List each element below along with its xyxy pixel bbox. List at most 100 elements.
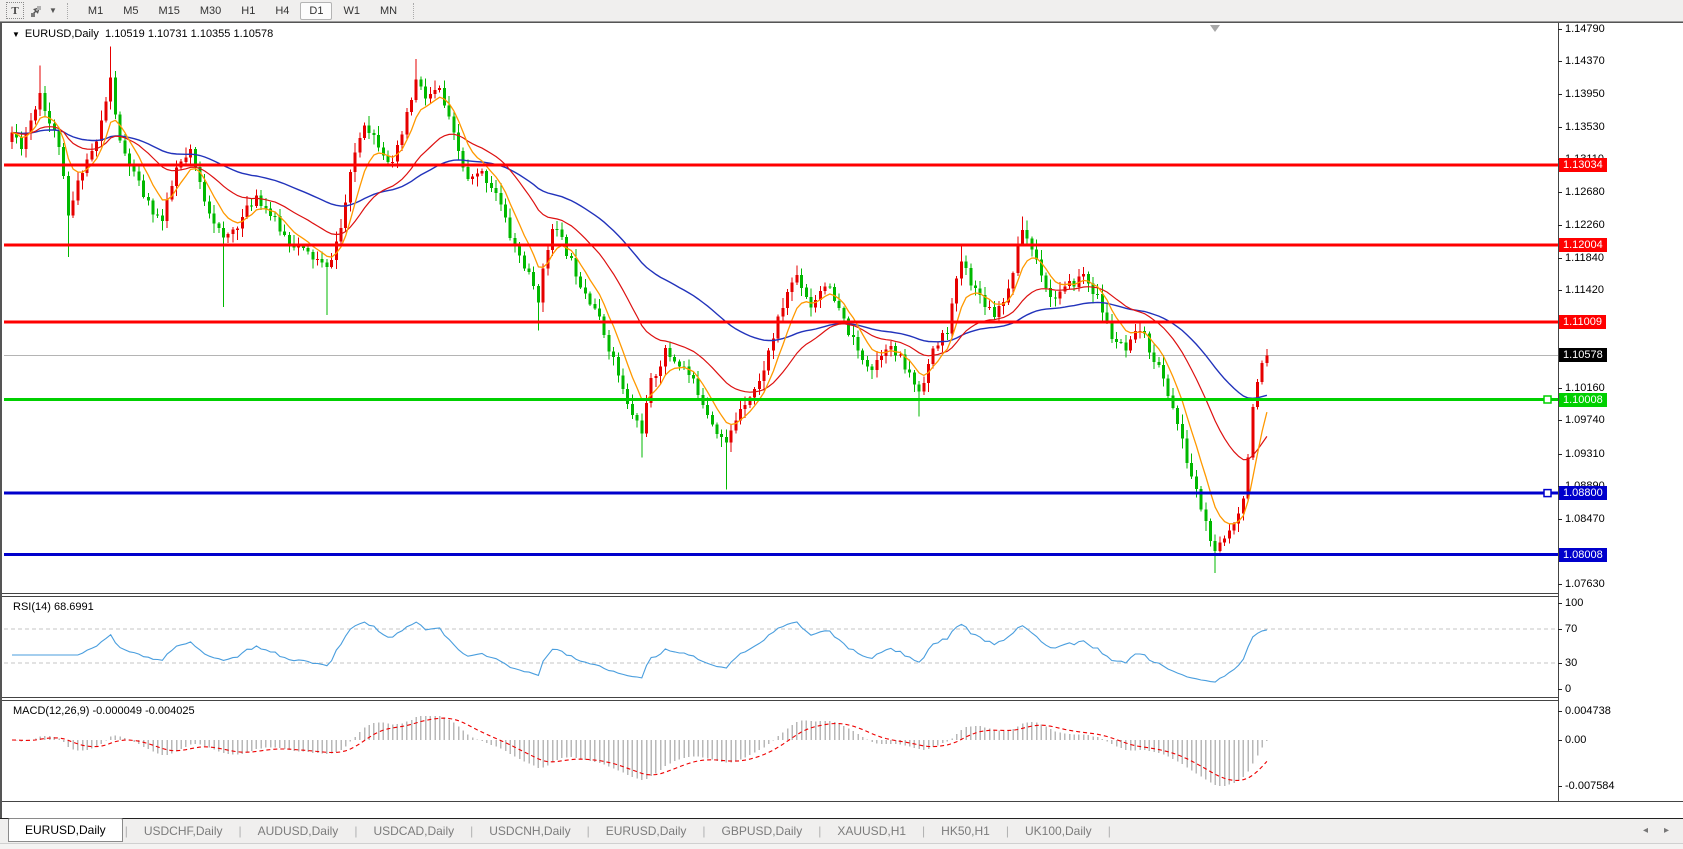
price-tick-label: 1.09310 xyxy=(1565,448,1605,460)
chart-title: ▼ EURUSD,Daily 1.10519 1.10731 1.10355 1.… xyxy=(12,28,273,40)
price-tick-label: 1.07630 xyxy=(1565,578,1605,590)
axis-tick-mark xyxy=(1558,519,1562,520)
rsi-indicator-label: RSI(14) 68.6991 xyxy=(13,601,94,613)
timeframe-d1-button[interactable]: D1 xyxy=(300,2,332,20)
timeframe-m30-button[interactable]: M30 xyxy=(191,2,230,20)
axis-tick-mark xyxy=(1558,192,1562,193)
pane-divider[interactable] xyxy=(2,593,1558,594)
axis-tick-mark xyxy=(1558,740,1562,741)
axis-tick-mark xyxy=(1558,127,1562,128)
hline-handle[interactable] xyxy=(1544,396,1551,403)
price-tick-label: 1.14790 xyxy=(1565,23,1605,35)
axis-tick-mark xyxy=(1558,629,1562,630)
tab-separator: | xyxy=(818,824,821,838)
tab-gbpusd-daily[interactable]: GBPUSD,Daily xyxy=(708,821,817,841)
price-tick-label: 1.11420 xyxy=(1565,284,1604,296)
chart-shift-marker[interactable] xyxy=(1210,25,1220,32)
main-chart-canvas[interactable] xyxy=(4,23,1558,593)
tab-xauusd-h1[interactable]: XAUUSD,H1 xyxy=(823,821,920,841)
price-tick-label: 1.12680 xyxy=(1565,186,1605,198)
timeframe-h1-button[interactable]: H1 xyxy=(232,2,264,20)
timeframe-m15-button[interactable]: M15 xyxy=(149,2,188,20)
current-price-label[interactable]: 1.10578 xyxy=(1559,348,1607,362)
axis-tick-mark xyxy=(1558,94,1562,95)
hline-price-label[interactable]: 1.08008 xyxy=(1559,548,1607,562)
price-tick-label: 1.14370 xyxy=(1565,55,1605,67)
tab-usdchf-daily[interactable]: USDCHF,Daily xyxy=(130,821,237,841)
axis-tick-mark xyxy=(1558,584,1562,585)
axis-tick-mark xyxy=(1558,420,1562,421)
chart-window: ▼ EURUSD,Daily 1.10519 1.10731 1.10355 1.… xyxy=(0,22,1683,818)
tab-audusd-daily[interactable]: AUDUSD,Daily xyxy=(244,821,353,841)
price-tick-label: 0.004738 xyxy=(1565,705,1611,717)
hline-price-label[interactable]: 1.12004 xyxy=(1559,238,1607,252)
axis-tick-mark xyxy=(1558,663,1562,664)
tab-eurusd-daily[interactable]: EURUSD,Daily xyxy=(592,821,701,841)
hline-price-label[interactable]: 1.10008 xyxy=(1559,393,1607,407)
tab-separator: | xyxy=(587,824,590,838)
pane-divider[interactable] xyxy=(2,596,1558,597)
hline-handle[interactable] xyxy=(1544,490,1551,497)
tab-usdcnh-daily[interactable]: USDCNH,Daily xyxy=(475,821,584,841)
axis-tick-mark xyxy=(1558,711,1562,712)
rsi-pane-canvas[interactable] xyxy=(4,597,1558,697)
price-tick-label: 1.09740 xyxy=(1565,414,1605,426)
axis-tick-mark xyxy=(1558,454,1562,455)
toolbar-separator xyxy=(413,3,418,19)
tab-separator: | xyxy=(922,824,925,838)
status-strip xyxy=(0,843,1683,849)
chart-ohlc-values: 1.10519 1.10731 1.10355 1.10578 xyxy=(105,28,273,40)
price-tick-label: 1.13950 xyxy=(1565,88,1605,100)
axis-tick-mark xyxy=(1558,61,1562,62)
tool-dropdown-caret[interactable]: ▼ xyxy=(49,6,57,15)
price-tick-label: 1.08470 xyxy=(1565,513,1605,525)
timeframe-mn-button[interactable]: MN xyxy=(371,2,406,20)
toolbar-separator xyxy=(67,3,72,19)
timeframe-m1-button[interactable]: M1 xyxy=(79,2,112,20)
axis-tick-mark xyxy=(1558,29,1562,30)
axis-tick-mark xyxy=(1558,290,1562,291)
hline-price-label[interactable]: 1.11009 xyxy=(1559,315,1606,329)
axis-tick-mark xyxy=(1558,388,1562,389)
price-axis-line xyxy=(1558,23,1559,801)
price-tick-label: 1.13530 xyxy=(1565,121,1605,133)
price-tick-label: 0 xyxy=(1565,683,1571,695)
chart-symbol-label: EURUSD,Daily xyxy=(25,28,99,40)
arrow-objects-tool-button[interactable] xyxy=(27,2,45,19)
tab-separator: | xyxy=(354,824,357,838)
hline-price-label[interactable]: 1.13034 xyxy=(1559,158,1607,172)
text-label-tool-button[interactable]: T xyxy=(6,2,24,19)
tab-usdcad-daily[interactable]: USDCAD,Daily xyxy=(359,821,468,841)
price-tick-label: -0.007584 xyxy=(1565,780,1615,792)
tab-separator: | xyxy=(239,824,242,838)
tab-eurusd-daily[interactable]: EURUSD,Daily xyxy=(8,818,123,842)
price-tick-label: 70 xyxy=(1565,623,1577,635)
toolbar: T ▼ M1M5M15M30H1H4D1W1MN xyxy=(0,0,1683,22)
pane-divider[interactable] xyxy=(2,697,1558,698)
chart-tab-bar: EURUSD,Daily|USDCHF,Daily|AUDUSD,Daily|U… xyxy=(0,818,1683,843)
tab-separator: | xyxy=(125,824,128,838)
price-tick-label: 30 xyxy=(1565,657,1577,669)
timeframe-h4-button[interactable]: H4 xyxy=(266,2,298,20)
tab-separator: | xyxy=(1006,824,1009,838)
axis-tick-mark xyxy=(1558,603,1562,604)
macd-indicator-label: MACD(12,26,9) -0.000049 -0.004025 xyxy=(13,705,195,717)
axis-tick-mark xyxy=(1558,258,1562,259)
mt4-window: T ▼ M1M5M15M30H1H4D1W1MN ▼ EURUSD,Daily 1… xyxy=(0,0,1683,849)
tab-scroll-right-icon[interactable]: ▸ xyxy=(1664,825,1669,836)
tab-hk50-h1[interactable]: HK50,H1 xyxy=(927,821,1004,841)
hline-price-label[interactable]: 1.08800 xyxy=(1559,486,1607,500)
timeframe-w1-button[interactable]: W1 xyxy=(334,2,369,20)
pane-divider[interactable] xyxy=(2,700,1558,701)
price-tick-label: 1.11840 xyxy=(1565,252,1604,264)
macd-pane-canvas[interactable] xyxy=(4,701,1558,801)
price-tick-label: 1.12260 xyxy=(1565,219,1605,231)
axis-tick-mark xyxy=(1558,689,1562,690)
tab-scroll-left-icon[interactable]: ◂ xyxy=(1643,825,1648,836)
timeframe-buttons: M1M5M15M30H1H4D1W1MN xyxy=(78,2,407,20)
tab-uk100-daily[interactable]: UK100,Daily xyxy=(1011,821,1106,841)
timeframe-m5-button[interactable]: M5 xyxy=(114,2,147,20)
chart-collapse-icon[interactable]: ▼ xyxy=(12,30,20,39)
tab-separator: | xyxy=(1108,824,1111,838)
price-tick-label: 0.00 xyxy=(1565,734,1586,746)
